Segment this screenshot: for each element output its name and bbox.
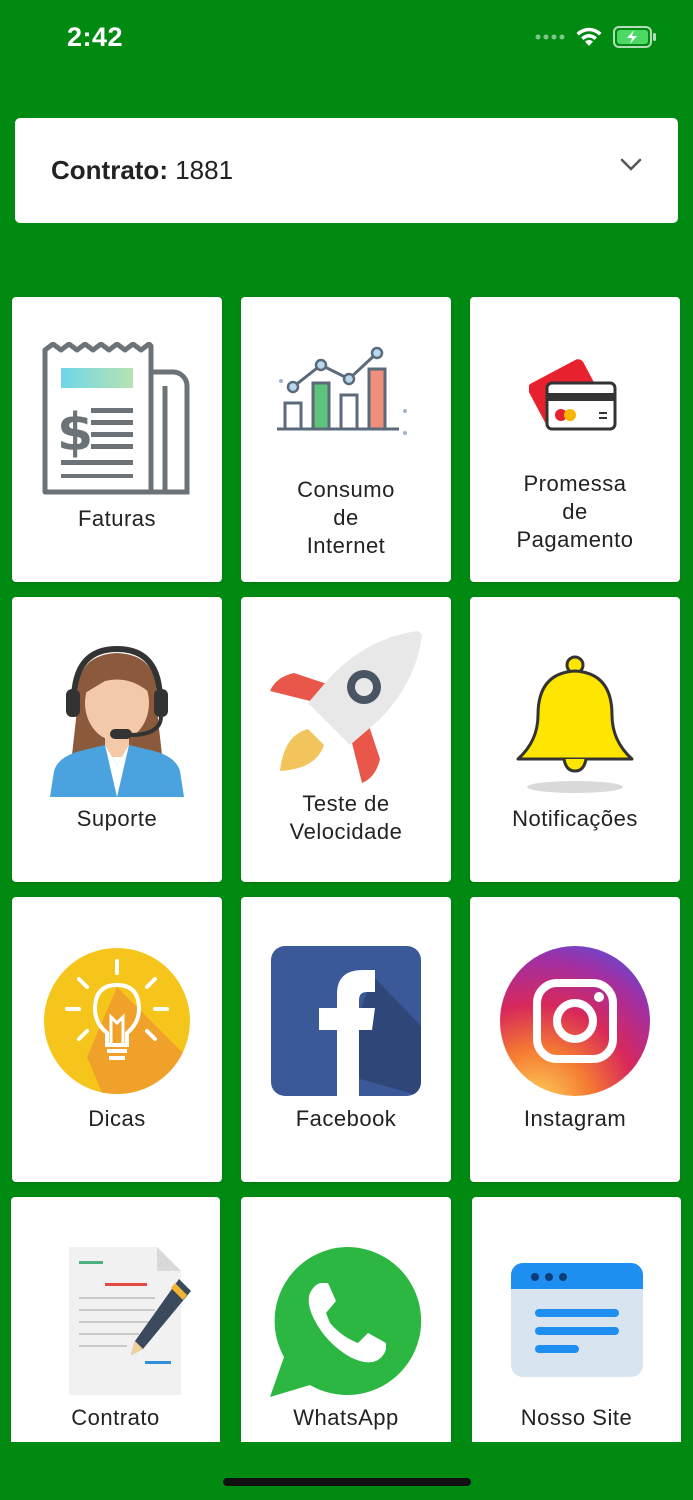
signal-dots-icon	[535, 34, 565, 40]
bottom-bar	[0, 1442, 693, 1500]
tile-label: Consumo de Internet	[297, 477, 395, 558]
tile-label: Suporte	[76, 806, 158, 831]
battery-charging-icon	[613, 26, 656, 48]
tile-label: Facebook	[295, 1106, 397, 1131]
tile-label: Notificações	[512, 806, 638, 831]
facebook-icon	[271, 946, 421, 1096]
home-indicator[interactable]	[223, 1478, 471, 1486]
tile-notificacoes[interactable]: Notificações	[470, 597, 680, 882]
tile-faturas[interactable]: $ Faturas	[12, 297, 222, 582]
chevron-down-icon[interactable]	[620, 158, 642, 172]
tile-label: Contrato	[71, 1405, 160, 1430]
tile-label: Promessa de Pagamento	[516, 471, 634, 552]
contract-label: Contrato:	[51, 155, 168, 185]
tile-nosso-site[interactable]: Nosso Site	[472, 1197, 681, 1457]
tile-label: Teste de Velocidade	[289, 791, 403, 844]
whatsapp-icon	[270, 1246, 422, 1397]
tile-teste-velocidade[interactable]: Teste de Velocidade	[241, 597, 451, 882]
tile-label: WhatsApp	[293, 1405, 399, 1430]
tile-label: Dicas	[88, 1106, 146, 1131]
svg-text:$: $	[57, 403, 93, 463]
tile-label: Instagram	[523, 1106, 627, 1131]
support-agent-icon	[50, 645, 184, 797]
tile-label: Nosso Site	[520, 1405, 633, 1430]
lightbulb-icon	[44, 948, 190, 1094]
instagram-icon	[500, 946, 650, 1096]
rocket-icon	[270, 631, 422, 783]
tile-whatsapp[interactable]: WhatsApp	[241, 1197, 451, 1457]
tile-consumo-internet[interactable]: Consumo de Internet	[241, 297, 451, 582]
status-icons	[535, 26, 657, 48]
tile-label: Faturas	[77, 506, 157, 531]
contract-selector[interactable]: Contrato: 1881	[15, 118, 678, 223]
status-time: 2:42	[67, 22, 124, 52]
chart-icon	[277, 346, 407, 435]
credit-card-icon	[529, 359, 617, 431]
status-bar: 2:42	[0, 0, 693, 80]
tile-facebook[interactable]: Facebook	[241, 897, 451, 1182]
contract-selector-text: Contrato: 1881	[51, 155, 233, 186]
tile-contrato[interactable]: Contrato	[11, 1197, 220, 1457]
tile-dicas[interactable]: Dicas	[12, 897, 222, 1182]
contract-value: 1881	[175, 155, 234, 185]
tile-suporte[interactable]: Suporte	[12, 597, 222, 882]
tile-instagram[interactable]: Instagram	[470, 897, 680, 1182]
website-icon	[510, 1263, 643, 1377]
tile-promessa-pagamento[interactable]: Promessa de Pagamento	[470, 297, 680, 582]
invoice-icon: $	[42, 342, 190, 495]
document-pen-icon	[68, 1247, 191, 1395]
wifi-icon	[576, 27, 602, 46]
bell-icon	[516, 655, 634, 793]
